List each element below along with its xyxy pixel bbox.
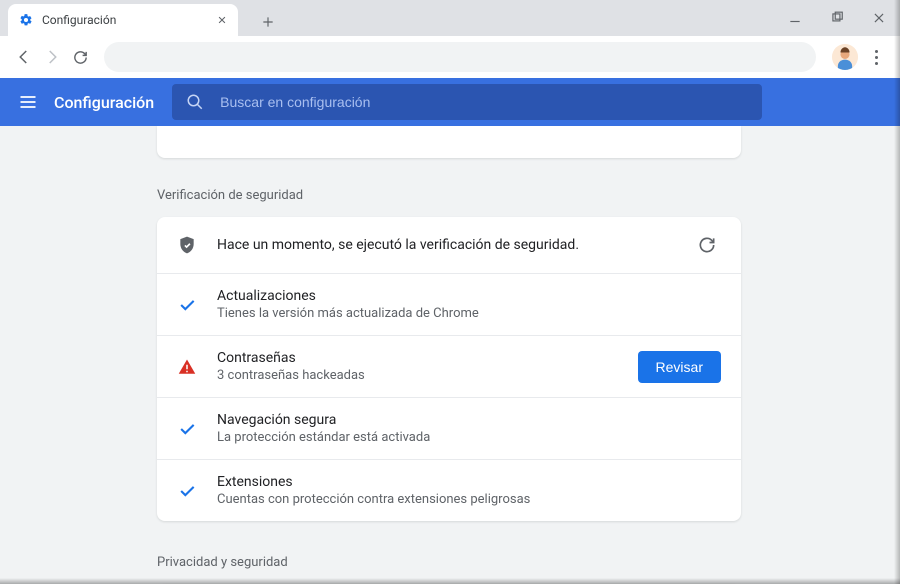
updates-sub: Tienes la versión más actualizada de Chr… (217, 306, 721, 321)
security-check-passwords-row[interactable]: Contraseñas 3 contraseñas hackeadas Revi… (157, 336, 741, 398)
security-check-section-label: Verificación de seguridad (157, 188, 741, 203)
extensions-title: Extensiones (217, 474, 721, 490)
settings-title: Configuración (54, 93, 154, 112)
forward-button[interactable] (38, 43, 66, 71)
check-icon (177, 419, 197, 439)
extensions-sub: Cuentas con protección contra extensione… (217, 492, 721, 507)
close-icon[interactable] (214, 12, 230, 28)
security-check-safe-browsing-row[interactable]: Navegación segura La protección estándar… (157, 398, 741, 460)
security-check-card: Hace un momento, se ejecutó la verificac… (157, 217, 741, 521)
close-window-icon[interactable] (870, 9, 888, 27)
warning-icon (177, 357, 197, 377)
browser-menu-button[interactable] (862, 43, 890, 71)
review-passwords-button[interactable]: Revisar (638, 351, 721, 383)
safe-browsing-title: Navegación segura (217, 412, 721, 428)
search-icon (186, 93, 204, 111)
maximize-icon[interactable] (828, 9, 846, 27)
privacy-section-label: Privacidad y seguridad (157, 555, 741, 570)
settings-page: Verificación de seguridad Hace un moment… (0, 126, 900, 584)
minimize-icon[interactable] (786, 9, 804, 27)
updates-title: Actualizaciones (217, 288, 721, 304)
gear-icon (18, 12, 34, 28)
passwords-sub: 3 contraseñas hackeadas (217, 368, 626, 383)
menu-icon[interactable] (14, 88, 42, 116)
new-tab-button[interactable] (254, 8, 282, 36)
rerun-check-button[interactable] (693, 231, 721, 259)
browser-toolbar (0, 36, 900, 78)
security-check-extensions-row[interactable]: Extensiones Cuentas con protección contr… (157, 460, 741, 521)
browser-tab[interactable]: Configuración (8, 4, 238, 36)
security-check-summary-text: Hace un momento, se ejecutó la verificac… (217, 237, 681, 253)
back-button[interactable] (10, 43, 38, 71)
window-tab-strip: Configuración (0, 0, 900, 36)
reload-button[interactable] (66, 43, 94, 71)
check-icon (177, 481, 197, 501)
address-bar[interactable] (104, 42, 816, 72)
window-controls (786, 0, 888, 36)
security-check-summary-row: Hace un momento, se ejecutó la verificac… (157, 217, 741, 274)
safe-browsing-sub: La protección estándar está activada (217, 430, 721, 445)
passwords-title: Contraseñas (217, 350, 626, 366)
check-icon (177, 295, 197, 315)
tab-title: Configuración (42, 13, 214, 27)
settings-search[interactable] (172, 84, 762, 120)
settings-search-input[interactable] (220, 94, 748, 110)
profile-avatar[interactable] (832, 44, 858, 70)
security-check-updates-row[interactable]: Actualizaciones Tienes la versión más ac… (157, 274, 741, 336)
previous-card-bottom (157, 126, 741, 158)
shield-check-icon (177, 235, 197, 255)
settings-toolbar: Configuración (0, 78, 900, 126)
